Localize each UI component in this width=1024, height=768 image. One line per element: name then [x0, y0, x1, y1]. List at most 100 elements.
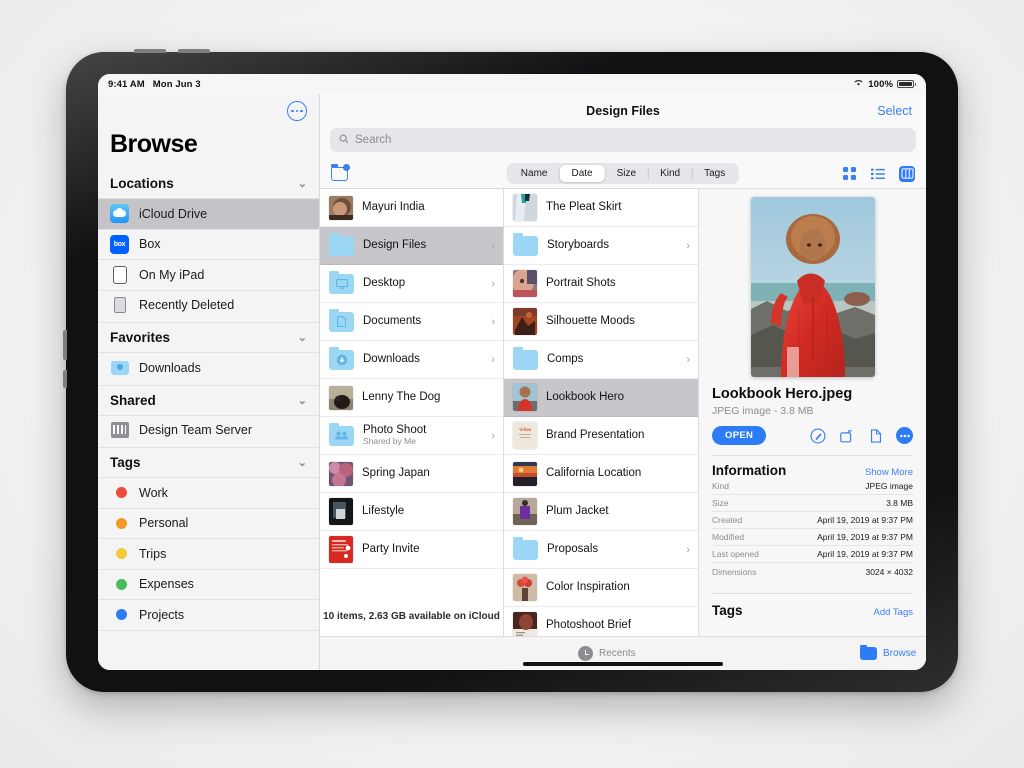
rotate-icon[interactable]: [838, 427, 855, 444]
file-name: Design Files: [363, 238, 427, 251]
file-name: Spring Japan: [362, 466, 430, 479]
sort-option-name[interactable]: Name: [509, 165, 560, 182]
show-more-link[interactable]: Show More: [865, 467, 913, 478]
sidebar-section-label: Favorites: [110, 330, 171, 345]
folder-icon: [513, 346, 538, 370]
sidebar-item-tag-expenses[interactable]: Expenses: [98, 568, 319, 600]
file-name: Silhouette Moods: [546, 314, 635, 327]
sidebar-section-label: Tags: [110, 455, 141, 470]
list-item[interactable]: Lookbook Hero: [504, 379, 698, 417]
sidebar-item-label: Design Team Server: [139, 423, 253, 438]
sidebar-section-shared[interactable]: Shared ⌄: [98, 384, 319, 415]
list-item[interactable]: Design Files ›: [320, 227, 503, 265]
information-table: Kind JPEG image Size 3.8 MB Created Apri…: [712, 478, 913, 580]
sort-option-kind[interactable]: Kind: [648, 165, 692, 182]
sidebar-item-downloads[interactable]: Downloads: [98, 352, 319, 383]
sidebar-item-label: Projects: [139, 607, 185, 622]
chevron-down-icon[interactable]: ⌄: [298, 394, 307, 407]
list-item[interactable]: Silhouette Moods: [504, 303, 698, 341]
list-item[interactable]: Spring Japan: [320, 455, 503, 493]
markup-icon[interactable]: [809, 427, 826, 444]
sidebar-filler: [98, 629, 319, 671]
chevron-right-icon: ›: [491, 239, 495, 252]
desktop-folder-icon: [329, 270, 354, 294]
more-icon[interactable]: [896, 427, 913, 444]
list-item[interactable]: Proposals ›: [504, 531, 698, 569]
list-item[interactable]: Plum Jacket: [504, 493, 698, 531]
sidebar-section-tags[interactable]: Tags ⌄: [98, 447, 319, 477]
sidebar-item-tag-personal[interactable]: Personal: [98, 507, 319, 539]
grid-view-icon[interactable]: [841, 166, 857, 182]
list-item[interactable]: Desktop ›: [320, 265, 503, 303]
sidebar-section-label: Shared: [110, 392, 156, 408]
chevron-down-icon[interactable]: ⌄: [298, 177, 307, 190]
sidebar-section-favorites[interactable]: Favorites ⌄: [98, 322, 319, 352]
sort-option-size[interactable]: Size: [605, 165, 648, 182]
sidebar-item-tag-work[interactable]: Work: [98, 477, 319, 508]
list-item[interactable]: California Location: [504, 455, 698, 493]
file-list-two: The Pleat Skirt Storyboards › Portrait S…: [504, 189, 698, 636]
list-item[interactable]: Lifestyle: [320, 493, 503, 531]
sort-option-date[interactable]: Date: [559, 165, 605, 182]
column-view-icon[interactable]: [899, 165, 915, 182]
list-item[interactable]: Photoshoot Brief: [504, 607, 698, 636]
status-time: 9:41 AM: [108, 78, 145, 90]
file-name: Proposals: [547, 542, 599, 555]
file-name: Lenny The Dog: [362, 390, 441, 403]
list-view-icon[interactable]: [870, 166, 886, 182]
sidebar-item-tag-trips[interactable]: Trips: [98, 538, 319, 569]
list-item[interactable]: Portrait Shots: [504, 265, 698, 303]
status-bar: 9:41 AM Mon Jun 3 100%: [98, 74, 926, 94]
clock-icon: [578, 646, 593, 661]
duplicate-icon[interactable]: [867, 427, 884, 444]
sidebar-item-box[interactable]: box Box: [98, 228, 319, 260]
sidebar-item-icloud-drive[interactable]: iCloud Drive: [98, 198, 319, 229]
file-preview-image[interactable]: [750, 197, 875, 377]
table-row: Created April 19, 2019 at 9:37 PM: [712, 512, 913, 529]
tag-dot-icon: [110, 575, 129, 594]
sort-segmented-control[interactable]: Name Date Size Kind Tags: [506, 163, 740, 184]
list-item[interactable]: Storyboards ›: [504, 227, 698, 265]
column-browser: Mayuri India Design Files › Desktop › Do…: [320, 189, 926, 636]
sidebar-item-design-team-server[interactable]: Design Team Server: [98, 414, 319, 446]
new-folder-icon[interactable]: [330, 163, 350, 181]
list-item[interactable]: Lenny The Dog: [320, 379, 503, 417]
add-tags-link[interactable]: Add Tags: [874, 607, 913, 618]
main-pane: Design Files Select Search Name Date Siz…: [320, 94, 926, 670]
sidebar-item-label: Box: [139, 237, 161, 252]
sidebar-section-label: Locations: [110, 176, 174, 191]
chevron-down-icon[interactable]: ⌄: [298, 456, 307, 469]
home-indicator[interactable]: [523, 662, 723, 666]
list-item[interactable]: Documents ›: [320, 303, 503, 341]
list-item[interactable]: Party Invite: [320, 531, 503, 569]
info-value: JPEG image: [865, 481, 913, 491]
folder-icon: [329, 232, 354, 256]
tab-browse[interactable]: Browse: [860, 644, 916, 660]
side-button-upper[interactable]: [63, 330, 67, 360]
list-item[interactable]: Comps ›: [504, 341, 698, 379]
sidebar-item-label: Expenses: [139, 577, 194, 592]
sidebar-item-on-my-ipad[interactable]: On My iPad: [98, 259, 319, 290]
open-button[interactable]: OPEN: [712, 426, 767, 445]
sidebar-section-locations[interactable]: Locations ⌄: [98, 169, 319, 198]
battery-percent: 100%: [868, 78, 893, 90]
volume-down-button[interactable]: [178, 49, 210, 53]
file-action-row: OPEN: [712, 426, 913, 445]
list-item[interactable]: Color Inspiration: [504, 569, 698, 607]
list-item[interactable]: Mayuri India: [320, 189, 503, 227]
volume-up-button[interactable]: [134, 49, 166, 53]
list-item[interactable]: Photo Shoot Shared by Me ›: [320, 417, 503, 455]
tags-header: Tags Add Tags: [712, 593, 913, 618]
sort-option-tags[interactable]: Tags: [692, 165, 737, 182]
side-button-lower[interactable]: [63, 370, 67, 388]
search-field[interactable]: Search: [330, 128, 916, 152]
list-item[interactable]: The Pleat Skirt: [504, 189, 698, 227]
list-item[interactable]: Downloads ›: [320, 341, 503, 379]
sidebar-item-recently-deleted[interactable]: Recently Deleted: [98, 289, 319, 321]
tab-recents[interactable]: Recents: [578, 646, 636, 661]
select-button[interactable]: Select: [877, 104, 912, 118]
more-circle-icon[interactable]: [287, 101, 307, 121]
sidebar-item-tag-projects[interactable]: Projects: [98, 599, 319, 630]
list-item[interactable]: Yellow Brand Presentation: [504, 417, 698, 455]
chevron-down-icon[interactable]: ⌄: [298, 331, 307, 344]
